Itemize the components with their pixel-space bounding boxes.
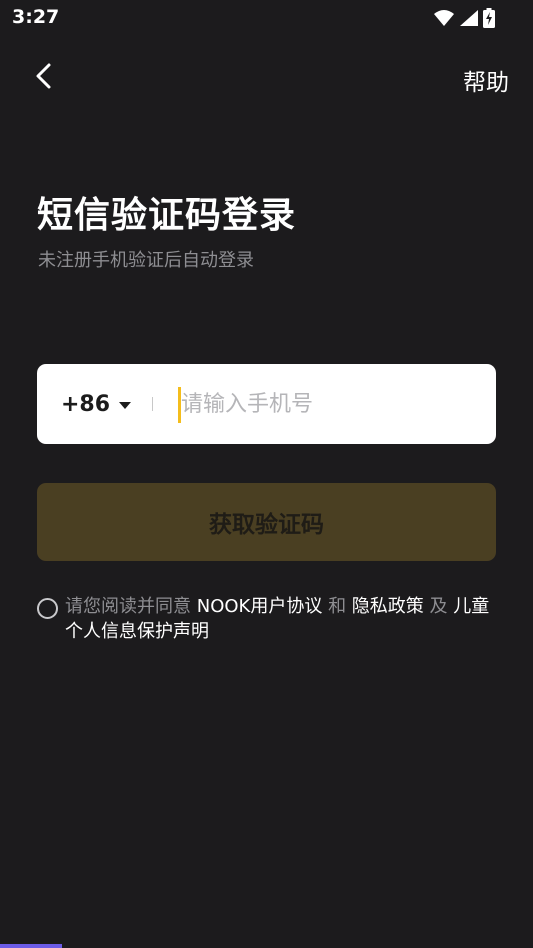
status-time: 3:27 [12,6,60,28]
wifi-icon [433,9,455,27]
phone-number-input[interactable] [181,380,471,428]
chevron-left-icon [34,62,52,94]
country-code-label: +86 [61,391,111,417]
agreement-text: 请您阅读并同意 NOOK用户协议 和 隐私政策 及 儿童个人信息保护声明 [65,594,497,644]
page-title: 短信验证码登录 [37,195,297,236]
separator [152,397,153,411]
status-icons [433,8,495,28]
country-code-selector[interactable]: +86 [61,364,132,444]
get-code-button[interactable]: 获取验证码 [37,483,496,561]
bottom-indicator [0,944,62,948]
cellular-signal-icon [459,9,479,27]
agreement-and-1: 和 [322,596,352,617]
privacy-policy-link[interactable]: 隐私政策 [352,596,424,617]
page-subtitle: 未注册手机验证后自动登录 [38,250,254,271]
agree-checkbox[interactable] [37,598,58,619]
user-agreement-link[interactable]: NOOK用户协议 [197,596,323,617]
phone-input-box: +86 [37,364,496,444]
battery-charging-icon [483,8,495,28]
agreement-prefix: 请您阅读并同意 [65,596,197,617]
caret-down-icon [118,395,132,414]
agreement-and-2: 及 [423,596,454,617]
back-button[interactable] [26,58,60,98]
help-link[interactable]: 帮助 [463,63,509,97]
status-bar: 3:27 [0,0,533,36]
